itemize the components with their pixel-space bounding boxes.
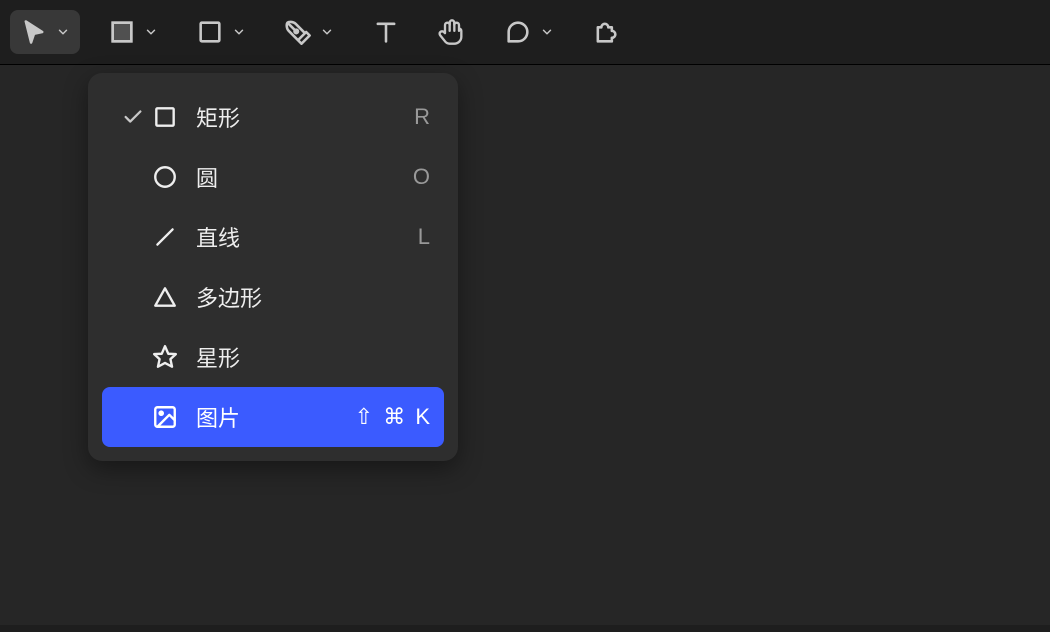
menu-shortcut: O (413, 164, 432, 190)
circle-icon (152, 164, 196, 190)
frame-tool[interactable] (98, 10, 168, 54)
hand-icon (438, 18, 466, 46)
menu-label: 多边形 (196, 281, 432, 313)
menu-item-image[interactable]: 图片 ⇧ ⌘ K (102, 387, 444, 447)
menu-label: 图片 (196, 401, 355, 433)
pen-tool[interactable] (274, 10, 344, 54)
rectangle-icon (196, 18, 224, 46)
plugin-tool[interactable] (582, 10, 630, 54)
menu-item-star[interactable]: 星形 (102, 327, 444, 387)
menu-label: 星形 (196, 341, 432, 373)
line-icon (152, 224, 196, 250)
select-tool[interactable] (10, 10, 80, 54)
chevron-down-icon (320, 25, 334, 39)
menu-shortcut: R (414, 104, 432, 130)
chevron-down-icon (232, 25, 246, 39)
canvas-area[interactable]: 矩形 R 圆 O 直线 L 多边形 (0, 65, 1050, 625)
toolbar (0, 0, 1050, 65)
square-icon (152, 104, 196, 130)
text-icon (372, 18, 400, 46)
menu-label: 矩形 (196, 101, 414, 133)
menu-shortcut: ⇧ ⌘ K (355, 404, 432, 430)
star-icon (152, 344, 196, 370)
menu-label: 圆 (196, 161, 413, 193)
menu-label: 直线 (196, 221, 418, 253)
shape-dropdown: 矩形 R 圆 O 直线 L 多边形 (88, 73, 458, 461)
menu-item-line[interactable]: 直线 L (102, 207, 444, 267)
image-icon (152, 404, 196, 430)
shape-tool[interactable] (186, 10, 256, 54)
comment-icon (504, 18, 532, 46)
triangle-icon (152, 284, 196, 310)
menu-item-circle[interactable]: 圆 O (102, 147, 444, 207)
menu-shortcut: L (418, 224, 432, 250)
plugin-icon (592, 18, 620, 46)
comment-tool[interactable] (494, 10, 564, 54)
chevron-down-icon (56, 25, 70, 39)
menu-item-polygon[interactable]: 多边形 (102, 267, 444, 327)
text-tool[interactable] (362, 10, 410, 54)
chevron-down-icon (540, 25, 554, 39)
frame-icon (108, 18, 136, 46)
check-icon (114, 106, 152, 128)
pen-icon (284, 18, 312, 46)
menu-item-rectangle[interactable]: 矩形 R (102, 87, 444, 147)
cursor-icon (20, 18, 48, 46)
hand-tool[interactable] (428, 10, 476, 54)
chevron-down-icon (144, 25, 158, 39)
